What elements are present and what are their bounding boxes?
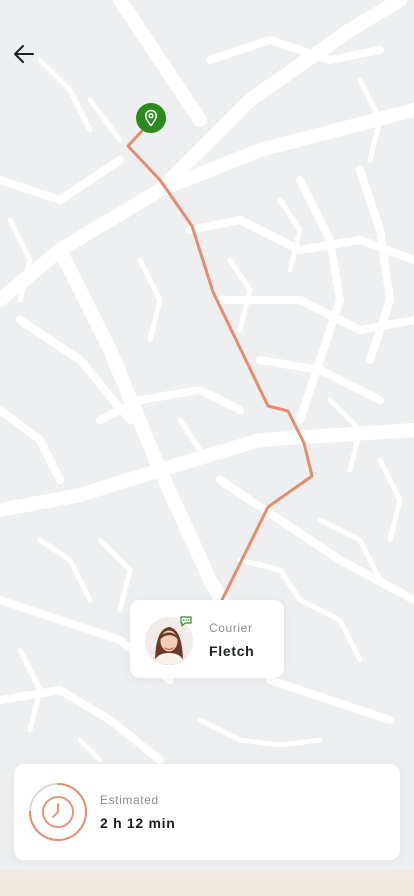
clock-icon — [42, 796, 74, 828]
chat-bubble-icon — [180, 615, 192, 627]
destination-pin[interactable] — [136, 103, 166, 133]
courier-name: Fletch — [209, 643, 255, 659]
map-view[interactable] — [0, 0, 414, 896]
arrow-left-icon — [14, 45, 34, 63]
eta-value: 2 h 12 min — [100, 815, 176, 831]
courier-card[interactable]: Courier Fletch — [130, 600, 284, 678]
eta-progress-ring — [29, 783, 87, 841]
tracking-screen: Courier Fletch Estimated 2 h 12 min — [0, 0, 414, 896]
eta-card: Estimated 2 h 12 min — [14, 764, 400, 860]
courier-role-label: Courier — [209, 621, 253, 635]
eta-label: Estimated — [100, 793, 159, 807]
back-button[interactable] — [8, 38, 40, 70]
chat-button[interactable] — [179, 615, 193, 627]
location-pin-icon — [145, 109, 157, 127]
